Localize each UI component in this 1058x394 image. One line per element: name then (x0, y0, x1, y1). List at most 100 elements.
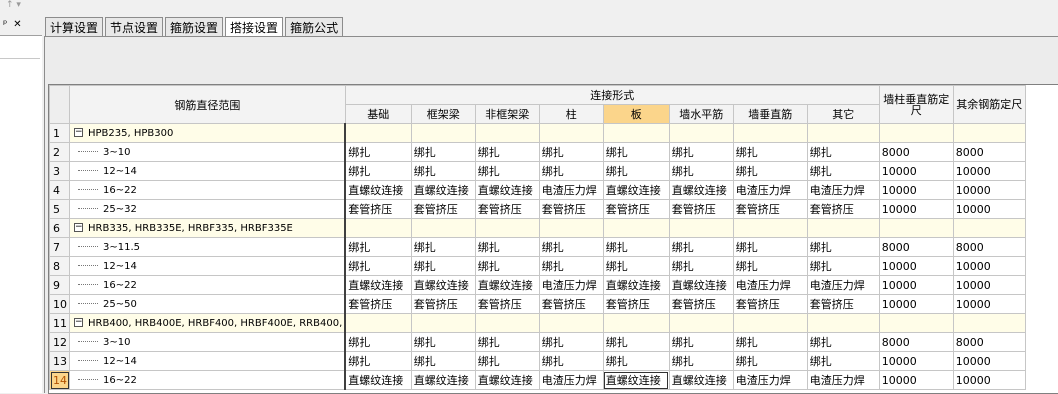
length-cell[interactable]: 10000 (952, 161, 1026, 181)
connection-cell[interactable]: 电渣压力焊 (538, 275, 604, 295)
connection-cell[interactable] (668, 123, 734, 143)
connection-cell[interactable]: 直螺纹连接 (668, 275, 734, 295)
collapse-icon[interactable]: − (74, 223, 83, 232)
connection-cell[interactable]: 绑扎 (806, 142, 880, 162)
connection-cell[interactable]: 绑扎 (474, 142, 540, 162)
connection-cell[interactable] (538, 123, 604, 143)
length-cell[interactable]: 8000 (878, 332, 954, 352)
group-row[interactable]: 1− HPB235, HPB300 (49, 123, 1026, 143)
length-cell[interactable]: 10000 (952, 275, 1026, 295)
length-cell[interactable]: 10000 (878, 275, 954, 295)
connection-cell[interactable]: 直螺纹连接 (602, 180, 670, 200)
header-connection-col[interactable]: 墙垂直筋 (732, 104, 808, 124)
connection-cell[interactable]: 绑扎 (410, 332, 476, 352)
connection-cell[interactable] (474, 123, 540, 143)
connection-cell[interactable]: 绑扎 (538, 351, 604, 371)
connection-cell[interactable]: 绑扎 (538, 332, 604, 352)
header-connection-col[interactable]: 柱 (538, 104, 604, 124)
panel-dropdown[interactable]: ↑ ▾ (0, 0, 42, 14)
connection-cell[interactable]: 绑扎 (602, 237, 670, 257)
connection-cell[interactable]: 套管挤压 (538, 294, 604, 314)
connection-cell[interactable]: 直螺纹连接 (344, 275, 412, 295)
connection-cell[interactable] (602, 218, 670, 238)
row-number[interactable]: 11 (49, 313, 70, 333)
table-row[interactable]: 2 3~10 绑扎 绑扎 绑扎 绑扎 绑扎 绑扎 绑扎 绑扎 8000 8000 (49, 142, 1026, 162)
connection-cell[interactable]: 直螺纹连接 (410, 180, 476, 200)
connection-cell[interactable]: 电渣压力焊 (538, 370, 604, 390)
length-cell[interactable]: 8000 (952, 237, 1026, 257)
tab-2[interactable]: 节点设置 (105, 17, 164, 37)
connection-cell[interactable]: 电渣压力焊 (806, 275, 880, 295)
connection-cell[interactable]: 绑扎 (806, 161, 880, 181)
connection-cell[interactable]: 绑扎 (344, 351, 412, 371)
row-number[interactable]: 5 (49, 199, 70, 219)
connection-cell[interactable]: 直螺纹连接 (668, 370, 734, 390)
connection-cell[interactable]: 绑扎 (732, 351, 808, 371)
length-cell[interactable] (952, 123, 1026, 143)
header-connection-col[interactable]: 基础 (344, 104, 412, 124)
connection-cell[interactable]: 直螺纹连接 (474, 275, 540, 295)
header-connection-col[interactable]: 框架梁 (410, 104, 476, 124)
length-cell[interactable] (878, 218, 954, 238)
length-cell[interactable]: 8000 (952, 142, 1026, 162)
connection-cell[interactable]: 电渣压力焊 (732, 370, 808, 390)
connection-cell[interactable]: 套管挤压 (806, 294, 880, 314)
connection-cell[interactable] (806, 313, 880, 333)
connection-cell[interactable]: 直螺纹连接 (344, 370, 412, 390)
row-number[interactable]: 3 (49, 161, 70, 181)
connection-cell[interactable]: 绑扎 (344, 237, 412, 257)
length-cell[interactable] (878, 313, 954, 333)
connection-cell[interactable]: 套管挤压 (602, 294, 670, 314)
table-row[interactable]: 10 25~50 套管挤压 套管挤压 套管挤压 套管挤压 套管挤压 套管挤压 套管挤压 套管挤压 1… (49, 294, 1026, 314)
row-number[interactable]: 2 (49, 142, 70, 162)
connection-cell[interactable]: 绑扎 (344, 256, 412, 276)
connection-cell[interactable] (538, 313, 604, 333)
length-cell[interactable]: 10000 (952, 294, 1026, 314)
tab-1[interactable]: 计算设置 (45, 17, 104, 37)
connection-cell[interactable]: 直螺纹连接 (602, 275, 670, 295)
tab-4[interactable]: 搭接设置 (225, 17, 284, 38)
length-cell[interactable]: 10000 (878, 199, 954, 219)
connection-cell[interactable]: 绑扎 (806, 256, 880, 276)
table-row[interactable]: 13 12~14 绑扎 绑扎 绑扎 绑扎 绑扎 绑扎 绑扎 绑扎 10000 10000 (49, 351, 1026, 371)
connection-cell[interactable]: 绑扎 (474, 161, 540, 181)
connection-cell[interactable] (410, 218, 476, 238)
connection-cell[interactable]: 绑扎 (410, 256, 476, 276)
length-cell[interactable]: 8000 (952, 332, 1026, 352)
connection-cell[interactable]: 绑扎 (732, 161, 808, 181)
connection-cell[interactable]: 绑扎 (344, 161, 412, 181)
connection-cell[interactable]: 绑扎 (602, 256, 670, 276)
connection-cell[interactable]: 直螺纹连接 (344, 180, 412, 200)
connection-cell[interactable]: 电渣压力焊 (538, 180, 604, 200)
row-number[interactable]: 12 (49, 332, 70, 352)
connection-cell[interactable]: 绑扎 (410, 161, 476, 181)
length-cell[interactable]: 10000 (878, 161, 954, 181)
length-cell[interactable] (878, 123, 954, 143)
connection-cell[interactable]: 套管挤压 (732, 294, 808, 314)
header-connection-col[interactable]: 板 (602, 104, 670, 124)
length-cell[interactable]: 10000 (878, 294, 954, 314)
connection-cell[interactable]: 绑扎 (668, 142, 734, 162)
table-row[interactable]: 12 3~10 绑扎 绑扎 绑扎 绑扎 绑扎 绑扎 绑扎 绑扎 8000 8000 (49, 332, 1026, 352)
connection-cell[interactable]: 套管挤压 (344, 199, 412, 219)
length-cell[interactable]: 10000 (878, 370, 954, 390)
connection-cell[interactable]: 套管挤压 (806, 199, 880, 219)
table-row[interactable]: 5 25~32 套管挤压 套管挤压 套管挤压 套管挤压 套管挤压 套管挤压 套管挤压 套管挤压 10… (49, 199, 1026, 219)
connection-cell[interactable]: 套管挤压 (538, 199, 604, 219)
length-cell[interactable]: 8000 (878, 237, 954, 257)
connection-cell[interactable]: 电渣压力焊 (806, 370, 880, 390)
row-number[interactable]: 9 (49, 275, 70, 295)
connection-cell[interactable]: 套管挤压 (474, 199, 540, 219)
tab-3[interactable]: 箍筋设置 (165, 17, 224, 37)
connection-cell[interactable]: 套管挤压 (344, 294, 412, 314)
row-number[interactable]: 8 (49, 256, 70, 276)
connection-cell[interactable]: 绑扎 (806, 237, 880, 257)
length-cell[interactable]: 10000 (878, 180, 954, 200)
connection-cell[interactable]: 绑扎 (474, 237, 540, 257)
connection-cell[interactable]: 绑扎 (538, 237, 604, 257)
connection-cell[interactable]: 绑扎 (806, 332, 880, 352)
connection-cell[interactable]: 绑扎 (344, 142, 412, 162)
connection-cell[interactable] (410, 313, 476, 333)
left-tree-panel[interactable] (0, 35, 42, 393)
connection-cell[interactable]: 绑扎 (410, 142, 476, 162)
